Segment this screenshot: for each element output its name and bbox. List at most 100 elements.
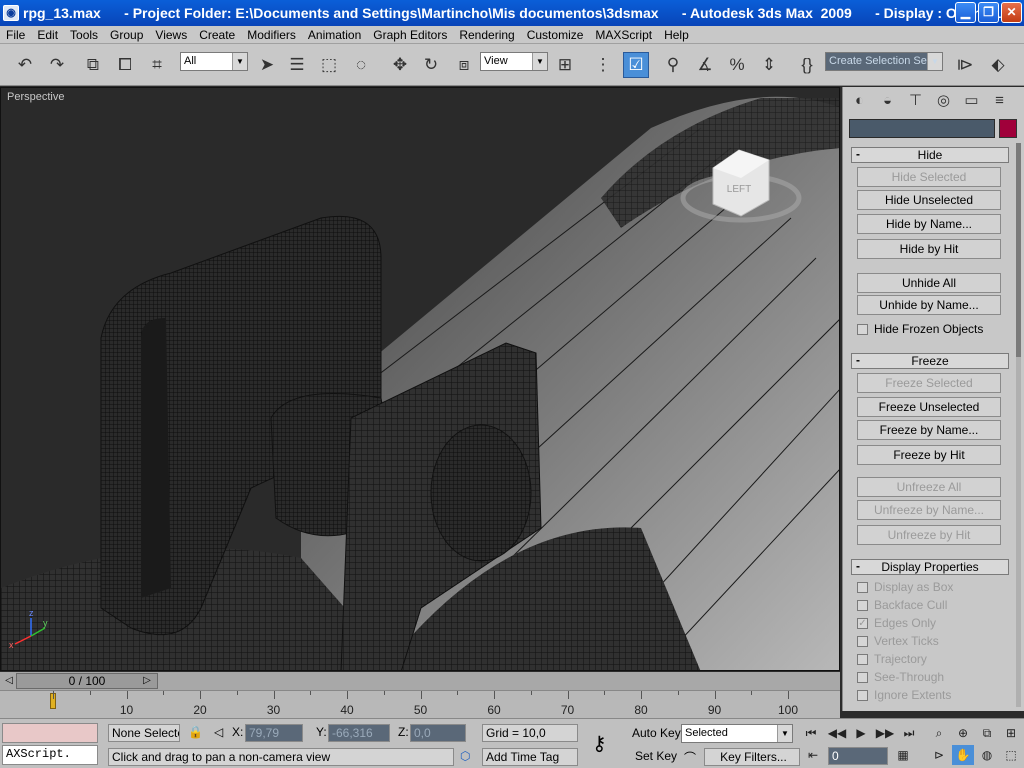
zoom-icon[interactable]: ⌕ bbox=[928, 723, 950, 743]
unlink-icon[interactable]: ⧠ bbox=[112, 52, 138, 78]
y-coord-input[interactable]: -66,316 bbox=[328, 724, 390, 742]
hide-rollout-title[interactable]: - Hide bbox=[851, 147, 1009, 163]
key-filters-button[interactable]: Key Filters... bbox=[704, 748, 800, 766]
undo-icon[interactable]: ↶ bbox=[12, 52, 38, 78]
menu-file[interactable]: File bbox=[0, 28, 31, 42]
edit-named-selection-icon[interactable]: {} bbox=[794, 52, 820, 78]
display-tab-icon[interactable]: ▭ bbox=[959, 89, 984, 111]
utilities-tab-icon[interactable]: ≡ bbox=[987, 89, 1012, 111]
field-of-view-icon[interactable]: ⊳ bbox=[928, 745, 950, 765]
rotate-icon[interactable]: ↻ bbox=[418, 52, 444, 78]
hide-unselected-button[interactable]: Hide Unselected bbox=[857, 190, 1001, 210]
move-icon[interactable]: ✥ bbox=[387, 52, 413, 78]
time-configuration-icon[interactable]: ▦ bbox=[892, 745, 914, 765]
play-icon[interactable]: ▶ bbox=[850, 723, 872, 743]
redo-icon[interactable]: ↷ bbox=[44, 52, 70, 78]
menu-maxscript[interactable]: MAXScript bbox=[589, 28, 658, 42]
display-as-box-checkbox[interactable]: Display as Box bbox=[857, 579, 1007, 595]
orbit-icon[interactable]: ◍ bbox=[976, 745, 998, 765]
object-color-swatch[interactable] bbox=[999, 119, 1017, 138]
next-frame-icon[interactable]: ▶▶ bbox=[874, 723, 896, 743]
default-tangent-icon[interactable]: ⌒ bbox=[684, 749, 696, 766]
chevron-right-icon[interactable]: ▷ bbox=[140, 673, 154, 689]
modify-tab-icon[interactable]: ◒ bbox=[875, 89, 900, 111]
scale-icon[interactable]: ⧈ bbox=[451, 52, 477, 78]
percent-snap-icon[interactable]: % bbox=[724, 52, 750, 78]
unhide-all-button[interactable]: Unhide All bbox=[857, 273, 1001, 293]
motion-tab-icon[interactable]: ◎ bbox=[931, 89, 956, 111]
freeze-by-hit-button[interactable]: Freeze by Hit bbox=[857, 445, 1001, 465]
display-properties-rollout-title[interactable]: - Display Properties bbox=[851, 559, 1009, 575]
pivot-center-icon[interactable]: ⊞ bbox=[552, 52, 578, 78]
go-to-start-icon[interactable]: ⏮ bbox=[800, 723, 822, 743]
freeze-by-name-button[interactable]: Freeze by Name... bbox=[857, 420, 1001, 440]
restore-button[interactable]: ❐ bbox=[978, 2, 999, 23]
rectangular-selection-icon[interactable]: ⬚ bbox=[316, 52, 342, 78]
hide-frozen-objects-checkbox[interactable]: Hide Frozen Objects bbox=[857, 321, 1007, 337]
align-icon[interactable]: ⬖ bbox=[985, 52, 1011, 78]
menu-create[interactable]: Create bbox=[193, 28, 241, 42]
ignore-extents-checkbox[interactable]: Ignore Extents bbox=[857, 687, 1007, 703]
reference-coord-dropdown[interactable]: View ▼ bbox=[480, 52, 548, 71]
maxscript-listener-mini[interactable] bbox=[2, 723, 98, 743]
menu-edit[interactable]: Edit bbox=[31, 28, 64, 42]
freeze-selected-button[interactable]: Freeze Selected bbox=[857, 373, 1001, 393]
angle-snap-icon[interactable]: ∡ bbox=[692, 52, 718, 78]
hierarchy-tab-icon[interactable]: ⊤ bbox=[903, 89, 928, 111]
bind-to-space-warp-icon[interactable]: ⌗ bbox=[144, 52, 170, 78]
set-key-icon[interactable]: ⚷ bbox=[592, 731, 607, 756]
trajectory-checkbox[interactable]: Trajectory bbox=[857, 651, 1007, 667]
menu-group[interactable]: Group bbox=[104, 28, 149, 42]
menu-modifiers[interactable]: Modifiers bbox=[241, 28, 302, 42]
keyboard-shortcut-override-icon[interactable]: ☑ bbox=[623, 52, 649, 78]
zoom-extents-icon[interactable]: ⧉ bbox=[976, 723, 998, 743]
x-coord-input[interactable]: 79,79 bbox=[245, 724, 303, 742]
perspective-viewport[interactable]: LEFT z x y Perspective bbox=[0, 87, 840, 671]
snap-toggle-icon[interactable]: ⚲ bbox=[660, 52, 686, 78]
auto-key-button[interactable]: Auto Key bbox=[632, 726, 681, 740]
unfreeze-by-name-button[interactable]: Unfreeze by Name... bbox=[857, 500, 1001, 520]
zoom-all-icon[interactable]: ⊕ bbox=[952, 723, 974, 743]
time-slider[interactable]: 0 / 100 bbox=[16, 673, 158, 689]
unfreeze-by-hit-button[interactable]: Unfreeze by Hit bbox=[857, 525, 1001, 545]
key-mode-toggle-icon[interactable]: ⇤ bbox=[802, 745, 824, 765]
lock-icon[interactable]: 🔒 bbox=[188, 725, 203, 739]
spinner-snap-icon[interactable]: ⇕ bbox=[756, 52, 782, 78]
selection-filter-dropdown[interactable]: All ▼ bbox=[180, 52, 248, 71]
see-through-checkbox[interactable]: See-Through bbox=[857, 669, 1007, 685]
current-frame-input[interactable]: 0 bbox=[828, 747, 888, 765]
select-by-name-icon[interactable]: ☰ bbox=[284, 52, 310, 78]
maximize-viewport-icon[interactable]: ⬚ bbox=[1000, 745, 1022, 765]
hide-by-hit-button[interactable]: Hide by Hit bbox=[857, 239, 1001, 259]
close-button[interactable]: ✕ bbox=[1001, 2, 1022, 23]
freeze-rollout-title[interactable]: - Freeze bbox=[851, 353, 1009, 369]
maxscript-input[interactable]: AXScript. bbox=[2, 745, 98, 765]
vertex-ticks-checkbox[interactable]: Vertex Ticks bbox=[857, 633, 1007, 649]
chevron-left-icon[interactable]: ◁ bbox=[2, 673, 16, 689]
freeze-unselected-button[interactable]: Freeze Unselected bbox=[857, 397, 1001, 417]
viewport-label[interactable]: Perspective bbox=[7, 91, 64, 103]
zoom-extents-all-icon[interactable]: ⊞ bbox=[1000, 723, 1022, 743]
menu-help[interactable]: Help bbox=[658, 28, 695, 42]
menu-rendering[interactable]: Rendering bbox=[453, 28, 520, 42]
hide-selected-button[interactable]: Hide Selected bbox=[857, 167, 1001, 187]
window-crossing-icon[interactable]: ◌ bbox=[348, 52, 374, 78]
menu-animation[interactable]: Animation bbox=[302, 28, 367, 42]
menu-customize[interactable]: Customize bbox=[521, 28, 590, 42]
menu-graph-editors[interactable]: Graph Editors bbox=[367, 28, 453, 42]
go-to-end-icon[interactable]: ⏭ bbox=[898, 723, 920, 743]
app-icon[interactable]: ◉ bbox=[3, 5, 19, 21]
hide-by-name-button[interactable]: Hide by Name... bbox=[857, 214, 1001, 234]
z-coord-input[interactable]: 0,0 bbox=[410, 724, 466, 742]
named-selection-dropdown[interactable]: Create Selection Se ▼ bbox=[825, 52, 943, 71]
menu-tools[interactable]: Tools bbox=[64, 28, 104, 42]
scrollbar-thumb[interactable] bbox=[1016, 143, 1021, 357]
unfreeze-all-button[interactable]: Unfreeze All bbox=[857, 477, 1001, 497]
time-tag-icon[interactable]: ⬡ bbox=[460, 749, 470, 763]
key-mode-dropdown[interactable]: Selected ▼ bbox=[681, 724, 793, 743]
mirror-icon[interactable]: ⧐ bbox=[952, 52, 978, 78]
set-key-button[interactable]: Set Key bbox=[635, 749, 677, 763]
select-object-icon[interactable]: ➤ bbox=[254, 52, 280, 78]
command-panel-scrollbar[interactable] bbox=[1016, 143, 1021, 707]
previous-frame-icon[interactable]: ◀◀ bbox=[826, 723, 848, 743]
